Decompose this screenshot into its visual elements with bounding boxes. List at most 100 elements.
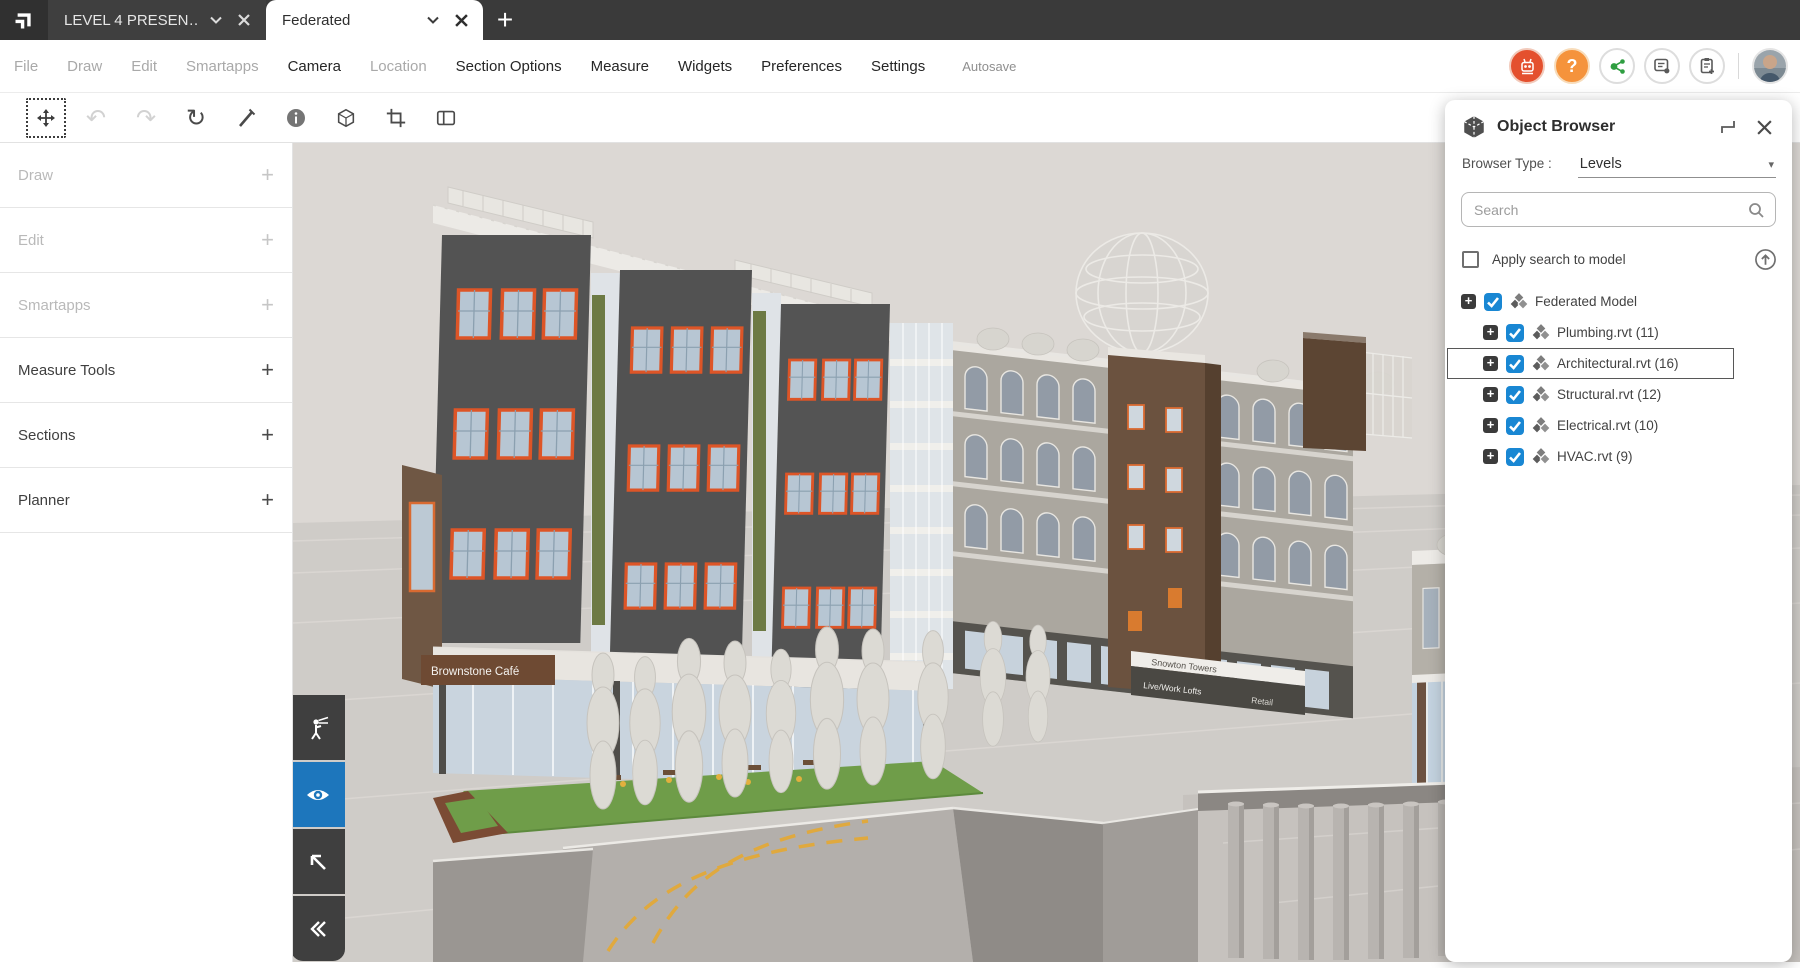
rotate-view-button[interactable]: ↻ — [176, 98, 216, 138]
viewport-mode-buttons — [293, 695, 345, 961]
plus-icon: + — [261, 162, 274, 188]
close-icon — [1756, 119, 1773, 136]
clipboard-add-button[interactable] — [1689, 48, 1725, 84]
user-avatar-button[interactable] — [1752, 48, 1788, 84]
search-input[interactable] — [1474, 202, 1747, 218]
pan-arrows-icon — [35, 107, 57, 129]
tab-label: LEVEL 4 PRESEN… — [64, 12, 200, 29]
collapse-panel-button[interactable] — [293, 896, 345, 961]
visibility-checkbox[interactable] — [1506, 417, 1524, 435]
menu-settings[interactable]: Settings — [871, 58, 925, 75]
visibility-checkbox[interactable] — [1506, 386, 1524, 404]
visibility-checkbox[interactable] — [1506, 324, 1524, 342]
help-button[interactable]: ? — [1554, 48, 1590, 84]
double-chevron-left-icon — [304, 915, 332, 943]
chevron-down-icon[interactable] — [421, 8, 445, 32]
plus-icon: + — [261, 292, 274, 318]
tab-label: Federated — [282, 12, 417, 29]
close-panel-button[interactable] — [1752, 115, 1776, 139]
expand-icon[interactable]: + — [1483, 325, 1498, 340]
tree-item-electrical[interactable]: + Electrical.rvt (10) — [1445, 410, 1792, 441]
isolate-up-icon[interactable] — [1753, 247, 1778, 272]
plus-icon: + — [261, 357, 274, 383]
expand-icon[interactable]: + — [1483, 387, 1498, 402]
tree-item-structural[interactable]: + Structural.rvt (12) — [1445, 379, 1792, 410]
tree-item-plumbing[interactable]: + Plumbing.rvt (11) — [1445, 317, 1792, 348]
menu-edit[interactable]: Edit — [131, 58, 157, 75]
building-sign-cafe: Brownstone Café — [431, 666, 519, 678]
view-mode-button[interactable] — [293, 762, 345, 827]
support-robot-button[interactable] — [1509, 48, 1545, 84]
autosave-indicator: Autosave — [962, 59, 1016, 74]
browser-type-label: Browser Type : — [1462, 156, 1552, 171]
tree-item-hvac[interactable]: + HVAC.rvt (9) — [1445, 441, 1792, 472]
pan-tool-button[interactable] — [26, 98, 66, 138]
tools-sidebar: Draw + Edit + Smartapps + Measure Tools … — [0, 143, 293, 962]
chevron-down-icon: ▾ — [1768, 158, 1774, 171]
check-icon — [1484, 293, 1502, 311]
split-view-icon — [435, 107, 457, 129]
close-tab-icon[interactable] — [232, 8, 256, 32]
tab-federated[interactable]: Federated — [266, 0, 483, 40]
robot-icon — [1518, 57, 1537, 76]
visibility-checkbox[interactable] — [1506, 448, 1524, 466]
menu-measure[interactable]: Measure — [591, 58, 649, 75]
app-logo[interactable] — [0, 0, 48, 40]
walk-mode-button[interactable] — [293, 695, 345, 760]
sidebar-section-draw[interactable]: Draw + — [0, 143, 292, 208]
sidebar-section-planner[interactable]: Planner + — [0, 468, 292, 533]
expand-icon[interactable]: + — [1483, 356, 1498, 371]
sidebar-section-smartapps[interactable]: Smartapps + — [0, 273, 292, 338]
menu-preferences[interactable]: Preferences — [761, 58, 842, 75]
sidebar-section-measure-tools[interactable]: Measure Tools + — [0, 338, 292, 403]
tree-item-federated-model[interactable]: + Federated Model — [1445, 286, 1792, 317]
menu-camera[interactable]: Camera — [288, 58, 341, 75]
new-tab-button[interactable]: + — [483, 0, 527, 40]
tree-item-architectural[interactable]: + Architectural.rvt (16) — [1447, 348, 1734, 379]
question-mark-icon: ? — [1567, 56, 1578, 77]
split-view-button[interactable] — [426, 98, 466, 138]
tab-level4-presentation[interactable]: LEVEL 4 PRESEN… — [48, 0, 266, 40]
check-icon — [1506, 324, 1524, 342]
notes-button[interactable] — [1644, 48, 1680, 84]
menu-smartapps[interactable]: Smartapps — [186, 58, 259, 75]
sidebar-section-sections[interactable]: Sections + — [0, 403, 292, 468]
header-divider — [1738, 53, 1739, 79]
share-network-button[interactable] — [1599, 48, 1635, 84]
check-icon — [1506, 386, 1524, 404]
expand-icon[interactable]: + — [1461, 294, 1476, 309]
dock-panel-button[interactable] — [1716, 115, 1740, 139]
menu-section-options[interactable]: Section Options — [456, 58, 562, 75]
app-logo-icon — [9, 5, 39, 35]
visibility-checkbox[interactable] — [1506, 355, 1524, 373]
info-button[interactable] — [276, 98, 316, 138]
undo-button[interactable]: ↶ — [76, 98, 116, 138]
expand-icon[interactable]: + — [1483, 418, 1498, 433]
crop-icon — [385, 107, 407, 129]
menu-widgets[interactable]: Widgets — [678, 58, 732, 75]
model-cubes-icon — [1532, 386, 1550, 404]
browser-type-select[interactable]: Levels ▾ — [1578, 156, 1776, 178]
select-mode-button[interactable] — [293, 829, 345, 894]
close-tab-icon[interactable] — [449, 8, 473, 32]
crop-button[interactable] — [376, 98, 416, 138]
chevron-down-icon[interactable] — [204, 8, 228, 32]
menu-draw[interactable]: Draw — [67, 58, 102, 75]
visibility-checkbox[interactable] — [1484, 293, 1502, 311]
markup-pen-button[interactable] — [226, 98, 266, 138]
section-label: Edit — [18, 232, 44, 249]
model-cubes-icon — [1510, 293, 1528, 311]
redo-button[interactable]: ↷ — [126, 98, 166, 138]
section-label: Smartapps — [18, 297, 91, 314]
menu-location[interactable]: Location — [370, 58, 427, 75]
dock-icon — [1719, 118, 1737, 136]
apply-search-checkbox[interactable] — [1462, 251, 1479, 268]
notes-icon — [1652, 56, 1672, 76]
sidebar-section-edit[interactable]: Edit + — [0, 208, 292, 273]
cube-view-button[interactable] — [326, 98, 366, 138]
info-icon — [285, 107, 307, 129]
redo-icon: ↷ — [136, 106, 156, 130]
menu-file[interactable]: File — [14, 58, 38, 75]
section-label: Sections — [18, 427, 76, 444]
expand-icon[interactable]: + — [1483, 449, 1498, 464]
